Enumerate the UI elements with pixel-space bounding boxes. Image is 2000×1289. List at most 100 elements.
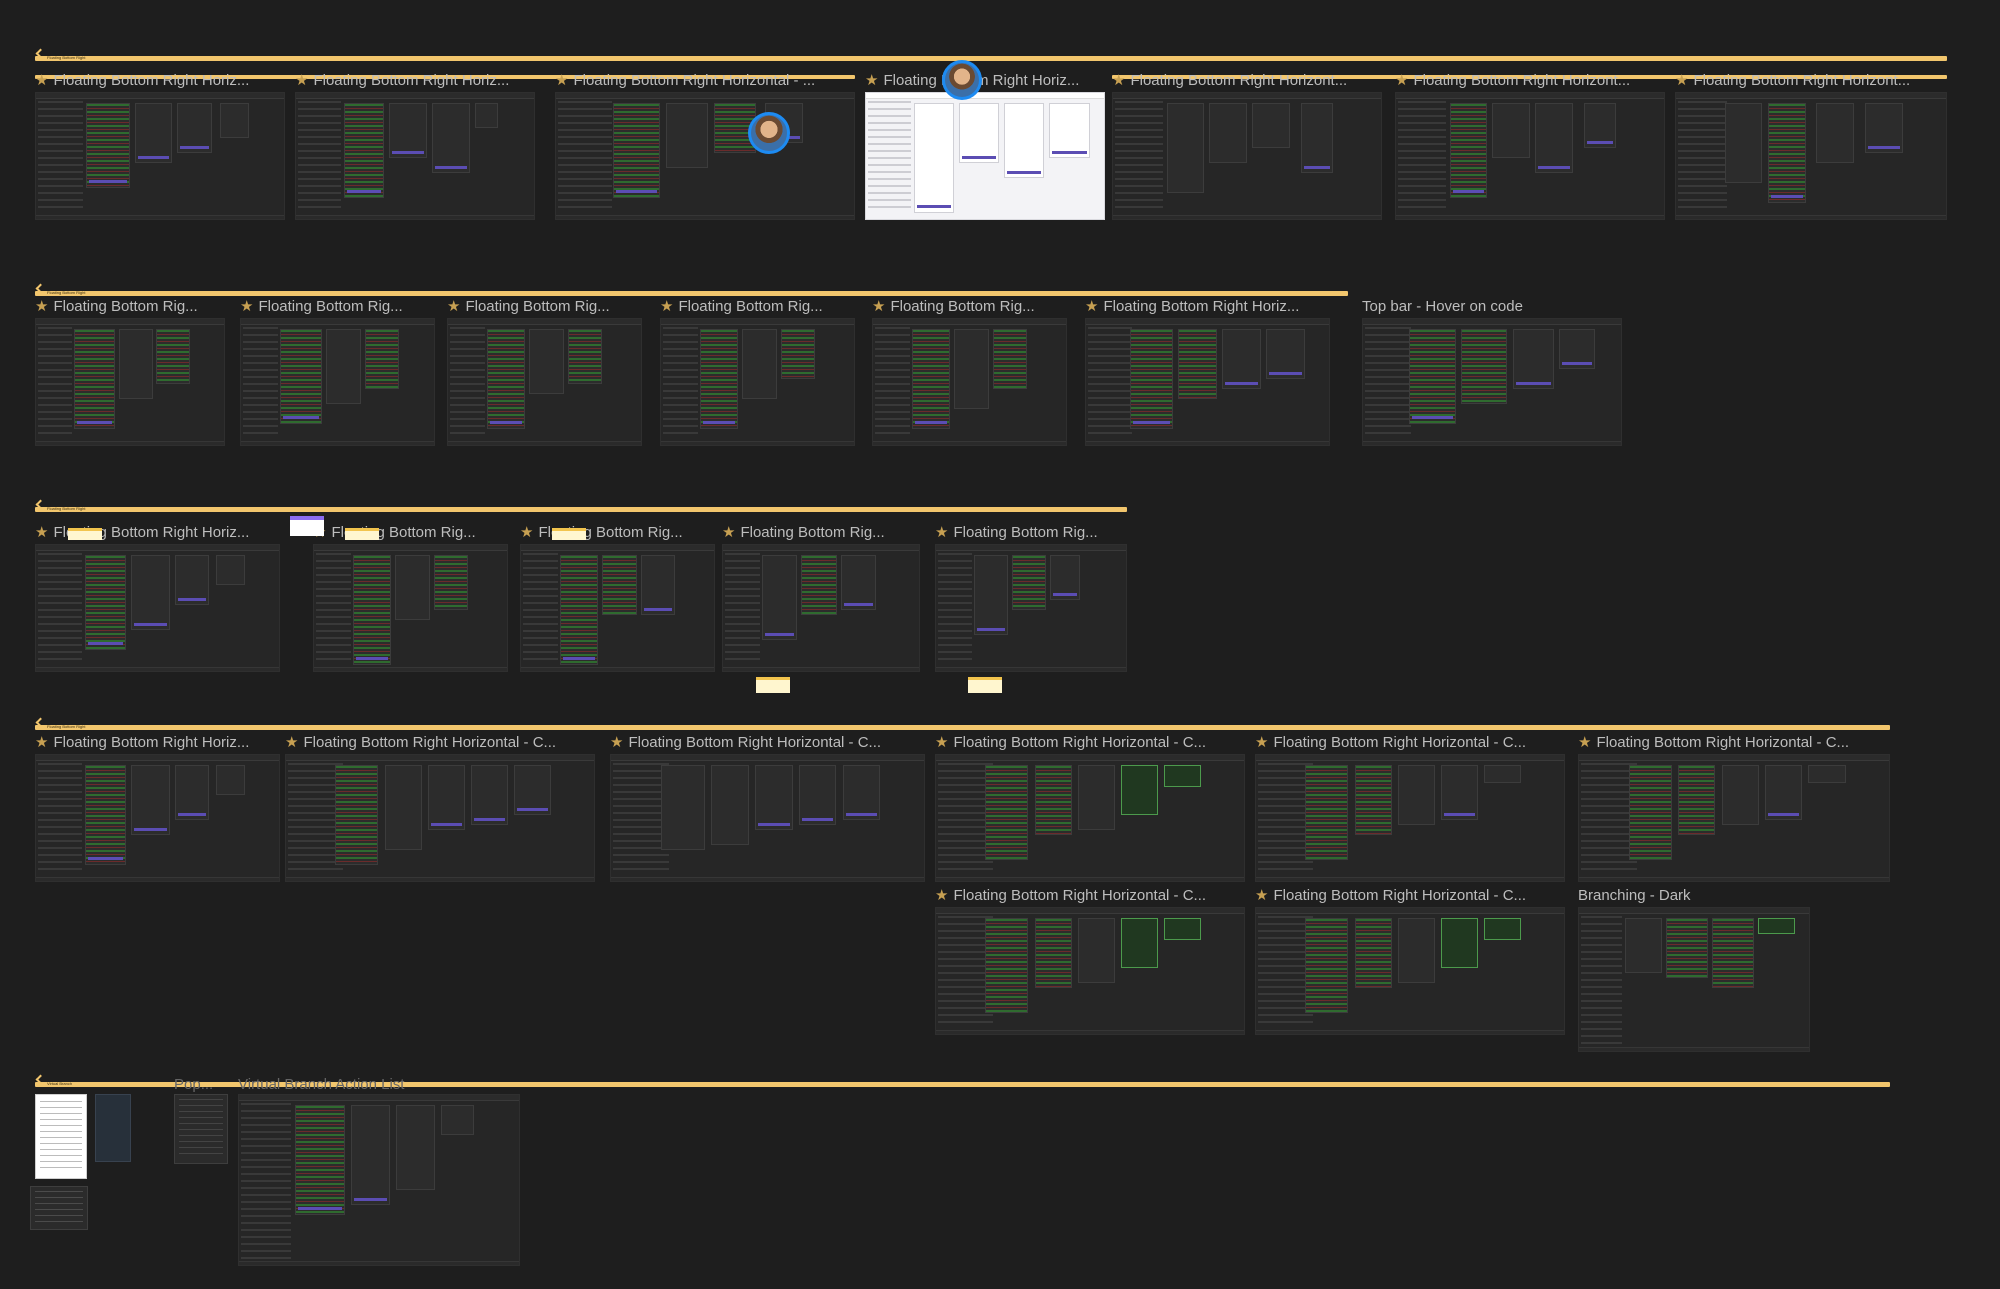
action-panel[interactable] (95, 1094, 131, 1162)
section-bar-3[interactable]: Floating Bottom Right (35, 499, 1127, 512)
arrow-icon (35, 1074, 46, 1085)
frame-thumbnail[interactable] (35, 318, 225, 446)
section-label: Floating Bottom Right (47, 290, 86, 295)
frame-thumbnail[interactable] (35, 754, 280, 882)
frame-title[interactable]: ★Floating Bottom Right Horiz... (865, 72, 1105, 90)
sticky-note[interactable] (552, 528, 586, 540)
frame-title[interactable]: ★Floating Bottom Rig... (447, 298, 647, 316)
frame-thumbnail[interactable] (935, 907, 1245, 1035)
section-label: Floating Bottom Right (47, 506, 86, 511)
star-icon: ★ (722, 524, 736, 541)
section-label: Floating Bottom Right (47, 55, 86, 60)
star-icon: ★ (295, 72, 309, 89)
frame-thumbnail[interactable] (1578, 754, 1890, 882)
section-bar-1[interactable]: Floating Bottom Right (35, 48, 1947, 61)
avatar-icon[interactable] (748, 112, 790, 154)
frame-title[interactable]: ★ Floating Bottom Right Horizontal - C... (1255, 734, 1565, 752)
branch-lane (177, 103, 213, 153)
frame-title[interactable]: ★ Floating Bottom Right Horizontal - C... (1255, 887, 1565, 905)
frame-thumbnail[interactable] (447, 318, 642, 446)
popover-frame[interactable] (174, 1094, 228, 1164)
frame-title[interactable]: ★Floating Bottom Rig... (35, 298, 230, 316)
star-icon: ★ (1675, 72, 1689, 89)
star-icon: ★ (1112, 72, 1126, 89)
frame-thumbnail[interactable] (295, 92, 535, 220)
frame-thumbnail[interactable] (285, 754, 595, 882)
frame-title[interactable]: ★ Floating Bottom Right Horizontal - C... (285, 734, 595, 752)
frame-thumbnail[interactable] (520, 544, 715, 672)
star-icon: ★ (1085, 298, 1099, 315)
frame-title[interactable]: ★Floating Bottom Rig... (660, 298, 860, 316)
star-icon: ★ (872, 298, 886, 315)
frame-title[interactable]: ★Floating Bottom Right Horiz... (35, 72, 270, 90)
star-icon: ★ (520, 524, 534, 541)
frame-thumbnail[interactable] (238, 1094, 520, 1266)
frame-thumbnail[interactable] (1675, 92, 1947, 220)
section-bar-4[interactable]: Floating Bottom Right (35, 717, 1890, 730)
branch-lane (135, 103, 173, 163)
frame-thumbnail[interactable] (935, 754, 1245, 882)
sticky-note[interactable] (68, 528, 102, 540)
frame-thumbnail[interactable] (1255, 907, 1565, 1035)
section-bar-2[interactable]: Floating Bottom Right (35, 283, 1348, 296)
frame-title[interactable]: ★ Floating Bottom Right Horizont... (1395, 72, 1665, 90)
frame-thumbnail[interactable] (935, 544, 1127, 672)
frame-thumbnail[interactable] (555, 92, 855, 220)
sticky-note[interactable] (968, 677, 1002, 693)
frame-title[interactable]: ★ Floating Bottom Right Horizont... (1112, 72, 1382, 90)
frame-title[interactable]: ★ Floating Bottom Right Horizontal - ... (555, 72, 855, 90)
sticky-note[interactable] (345, 528, 379, 540)
frame-thumbnail[interactable] (722, 544, 920, 672)
star-icon: ★ (35, 734, 49, 751)
frame-thumbnail[interactable] (1362, 318, 1622, 446)
frame-title[interactable]: ★ Floating Bottom Right Horizont... (1675, 72, 1947, 90)
branch-lane (219, 103, 250, 138)
frame-title[interactable]: ★Floating Bottom Right Horiz... (35, 734, 280, 752)
frame-title[interactable]: ★Floating Bottom Right Horiz... (1085, 298, 1330, 316)
frame-title[interactable]: ★ Floating Bottom Right Horizontal - C... (1578, 734, 1890, 752)
frame-thumbnail[interactable] (1255, 754, 1565, 882)
star-icon: ★ (1255, 734, 1269, 751)
frame-thumbnail[interactable] (35, 544, 280, 672)
frame-title[interactable]: ★Floating Bottom Rig... (872, 298, 1072, 316)
arrow-icon (35, 717, 46, 728)
frame-thumbnail[interactable] (660, 318, 855, 446)
frame-title[interactable]: ★Floating Bottom Rig... (313, 524, 513, 542)
frame-title[interactable]: ★Floating Bottom Right Horiz... (295, 72, 535, 90)
star-icon: ★ (660, 298, 674, 315)
frame-title[interactable]: ★ Floating Bottom Right Horizontal - C... (935, 887, 1245, 905)
frame-title[interactable]: ★Floating Bottom Rig... (240, 298, 440, 316)
frame-thumbnail-light[interactable] (865, 92, 1105, 220)
sticky-note[interactable] (756, 677, 790, 693)
branch-lane (85, 103, 131, 188)
context-menu-light[interactable] (35, 1094, 87, 1179)
frame-title[interactable]: Top bar - Hover on code (1362, 298, 1622, 316)
frame-thumbnail[interactable] (1112, 92, 1382, 220)
frame-title[interactable]: ★ Floating Bottom Right Horizontal - C... (610, 734, 925, 752)
frame-title[interactable]: ★Floating Bottom Rig... (935, 524, 1130, 542)
star-icon: ★ (1578, 734, 1592, 751)
comment-chip[interactable] (290, 516, 324, 536)
frame-title[interactable]: ★ Floating Bottom Right Horizontal - C... (935, 734, 1245, 752)
frame-thumbnail[interactable] (313, 544, 508, 672)
star-icon: ★ (447, 298, 461, 315)
frame-title[interactable]: Branching - Dark (1578, 887, 1810, 905)
frame-thumbnail[interactable] (240, 318, 435, 446)
frame-thumbnail[interactable] (1578, 907, 1810, 1052)
frame-title[interactable]: ★Floating Bottom Rig... (520, 524, 720, 542)
arrow-icon (35, 283, 46, 294)
app-sidebar (38, 101, 83, 213)
avatar-icon[interactable] (942, 60, 982, 100)
frame-thumbnail[interactable] (1085, 318, 1330, 446)
frame-title[interactable]: Virtual Branch Action List (238, 1076, 438, 1094)
frame-title[interactable]: Pop... (174, 1076, 230, 1094)
frame-title[interactable]: ★Floating Bottom Rig... (722, 524, 922, 542)
arrow-icon (35, 499, 46, 510)
context-menu-dark[interactable] (30, 1186, 88, 1230)
section-label: Virtual Branch (47, 1081, 73, 1086)
frame-thumbnail[interactable] (872, 318, 1067, 446)
star-icon: ★ (35, 524, 49, 541)
frame-thumbnail[interactable] (610, 754, 925, 882)
frame-thumbnail[interactable] (35, 92, 285, 220)
frame-thumbnail[interactable] (1395, 92, 1665, 220)
